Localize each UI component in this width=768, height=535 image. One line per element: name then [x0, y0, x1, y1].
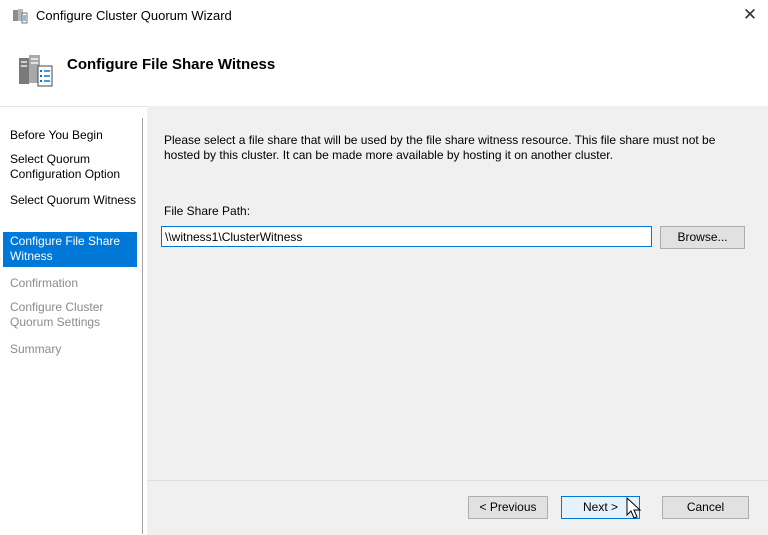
- nav-step-before-you-begin[interactable]: Before You Begin: [3, 128, 137, 143]
- cluster-wizard-icon: [13, 9, 28, 24]
- wizard-steps-nav: Before You Begin Select Quorum Configura…: [0, 118, 143, 534]
- wizard-content: Please select a file share that will be …: [147, 106, 768, 480]
- title-bar: Configure Cluster Quorum Wizard ✕: [0, 0, 768, 32]
- window-title: Configure Cluster Quorum Wizard: [36, 8, 232, 23]
- wizard-header: Configure File Share Witness: [0, 32, 768, 107]
- file-share-path-label: File Share Path:: [164, 204, 251, 218]
- nav-step-select-quorum-configuration[interactable]: Select Quorum Configuration Option: [3, 152, 137, 182]
- nav-step-confirmation: Confirmation: [10, 276, 79, 290]
- page-title: Configure File Share Witness: [67, 56, 276, 73]
- nav-step-configure-file-share-witness[interactable]: Configure File Share Witness: [3, 232, 137, 267]
- browse-button[interactable]: Browse...: [660, 226, 745, 249]
- cancel-button[interactable]: Cancel: [662, 496, 749, 519]
- mouse-pointer-icon: [626, 497, 642, 519]
- previous-button[interactable]: < Previous: [468, 496, 548, 519]
- nav-step-select-quorum-witness[interactable]: Select Quorum Witness: [3, 193, 137, 208]
- wizard-footer: < Previous Next > Cancel: [147, 480, 768, 535]
- cluster-server-icon: [19, 55, 53, 87]
- nav-step-summary: Summary: [10, 342, 62, 356]
- instruction-text: Please select a file share that will be …: [164, 133, 716, 162]
- close-button[interactable]: ✕: [740, 5, 760, 25]
- file-share-path-input[interactable]: [161, 226, 652, 247]
- nav-step-configure-cluster-quorum-settings: Configure Cluster Quorum Settings: [10, 300, 104, 329]
